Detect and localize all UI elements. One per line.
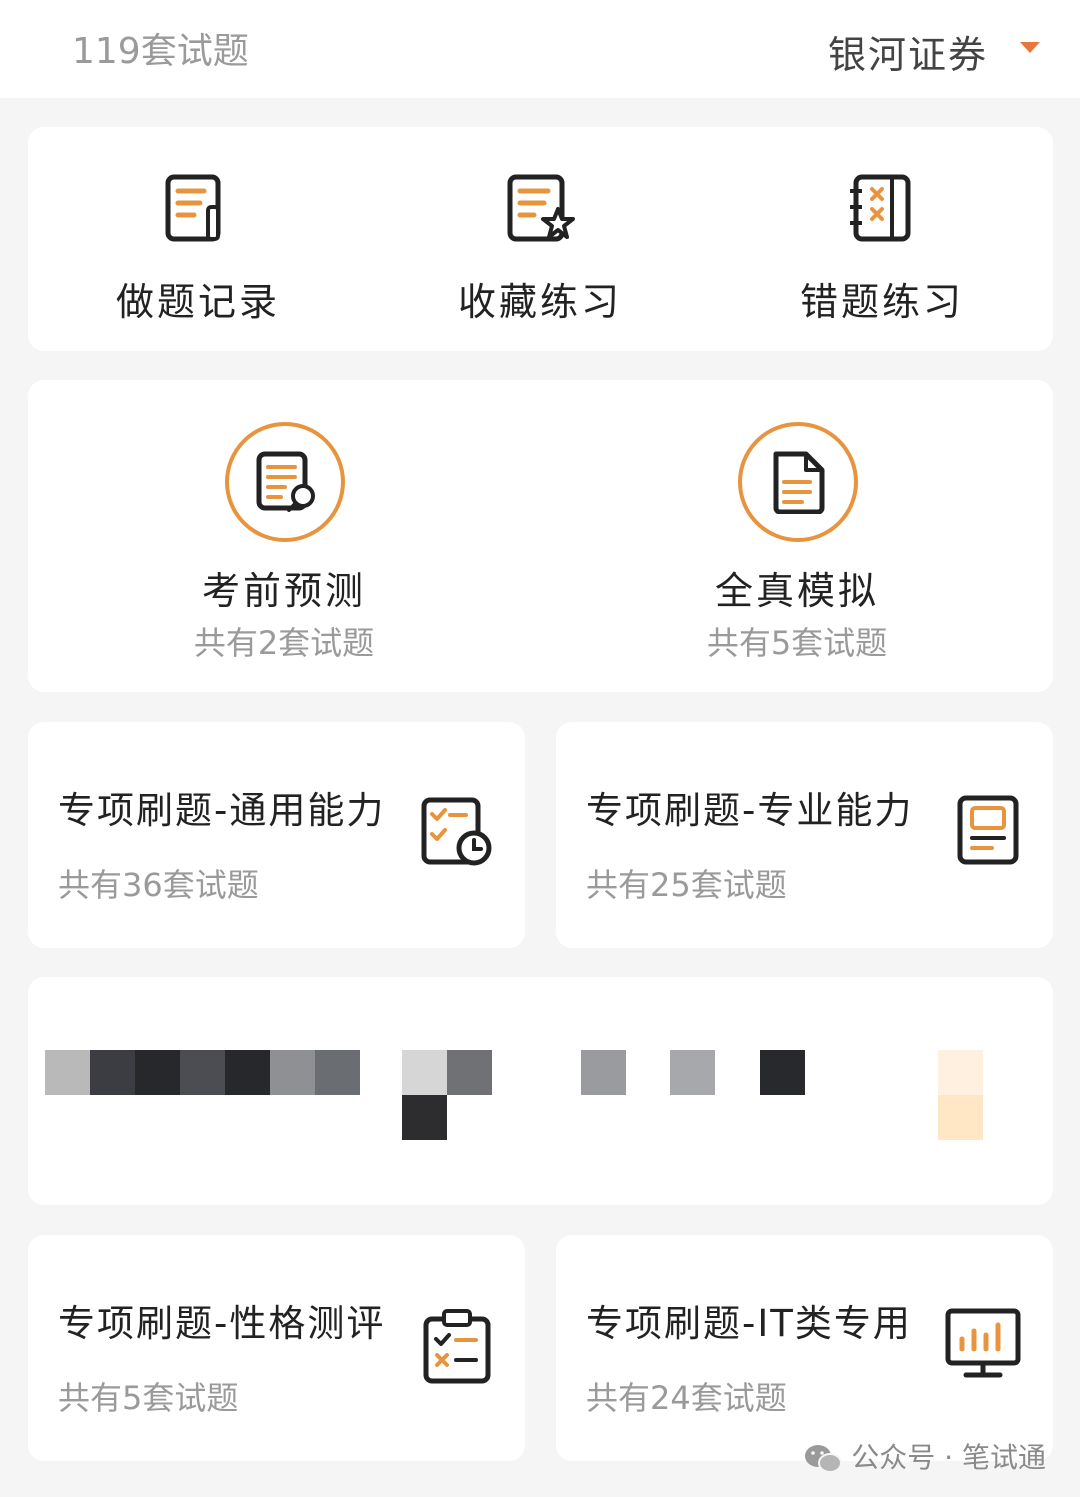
practice-card-professional[interactable]: 专项刷题-专业能力 共有25套试题 [556,722,1053,948]
wrong-notebook-icon [850,174,911,242]
record-edit-icon [165,174,221,242]
icon-ring [225,422,345,542]
practice-title: 专项刷题-IT类专用 [586,1302,912,1345]
practice-title: 专项刷题-专业能力 [586,789,914,832]
favorite-doc-icon [507,174,575,242]
doc-search-icon [256,451,315,512]
watermark: 公众号 · 笔试通 [803,1436,1046,1476]
quick-action-favorites[interactable]: 收藏练习 [430,127,650,351]
quick-actions-card: 做题记录 收藏练习 错题练习 [28,127,1053,351]
practice-card-general[interactable]: 专项刷题-通用能力 共有36套试题 [28,722,525,948]
quick-action-label: 错题练习 [799,280,964,324]
quick-action-wrong-answers[interactable]: 错题练习 [772,127,992,351]
practice-card-personality[interactable]: 专项刷题-性格测评 共有5套试题 [28,1235,525,1461]
quick-action-record[interactable]: 做题记录 [88,127,308,351]
practice-subtitle: 共有36套试题 [58,866,259,904]
practice-subtitle: 共有25套试题 [586,866,787,904]
company-selector[interactable]: 银河证券 [828,24,988,79]
icon-ring [738,422,858,542]
exam-mode-title: 考前预测 [201,569,366,613]
practice-title: 专项刷题-通用能力 [58,789,386,832]
document-icon [773,451,825,514]
dropdown-caret-icon[interactable] [1020,42,1040,53]
monitor-chart-icon [945,1308,1021,1378]
wechat-icon [805,1445,843,1473]
clipboard-check-icon [423,1309,491,1384]
quick-action-label: 做题记录 [115,280,280,324]
practice-card-it[interactable]: 专项刷题-IT类专用 共有24套试题 [556,1235,1053,1461]
exam-mode-subtitle: 共有2套试题 [193,624,375,662]
exam-mode-prediction[interactable]: 考前预测 共有2套试题 [134,380,434,692]
exam-mode-simulation[interactable]: 全真模拟 共有5套试题 [647,380,947,692]
watermark-text: 公众号 · 笔试通 [851,1441,1046,1474]
exam-mode-subtitle: 共有5套试题 [706,624,888,662]
question-set-count: 119套试题 [72,31,249,72]
profile-doc-icon [957,795,1019,865]
practice-subtitle: 共有5套试题 [58,1379,239,1417]
checklist-clock-icon [421,797,492,866]
exam-modes-card: 考前预测 共有2套试题 全真模拟 共有5套试题 [28,380,1053,692]
practice-title: 专项刷题-性格测评 [58,1302,386,1345]
quick-action-label: 收藏练习 [457,280,622,324]
practice-subtitle: 共有24套试题 [586,1379,787,1417]
exam-mode-title: 全真模拟 [714,569,879,613]
top-bar: 119套试题 银河证券 [0,0,1080,98]
